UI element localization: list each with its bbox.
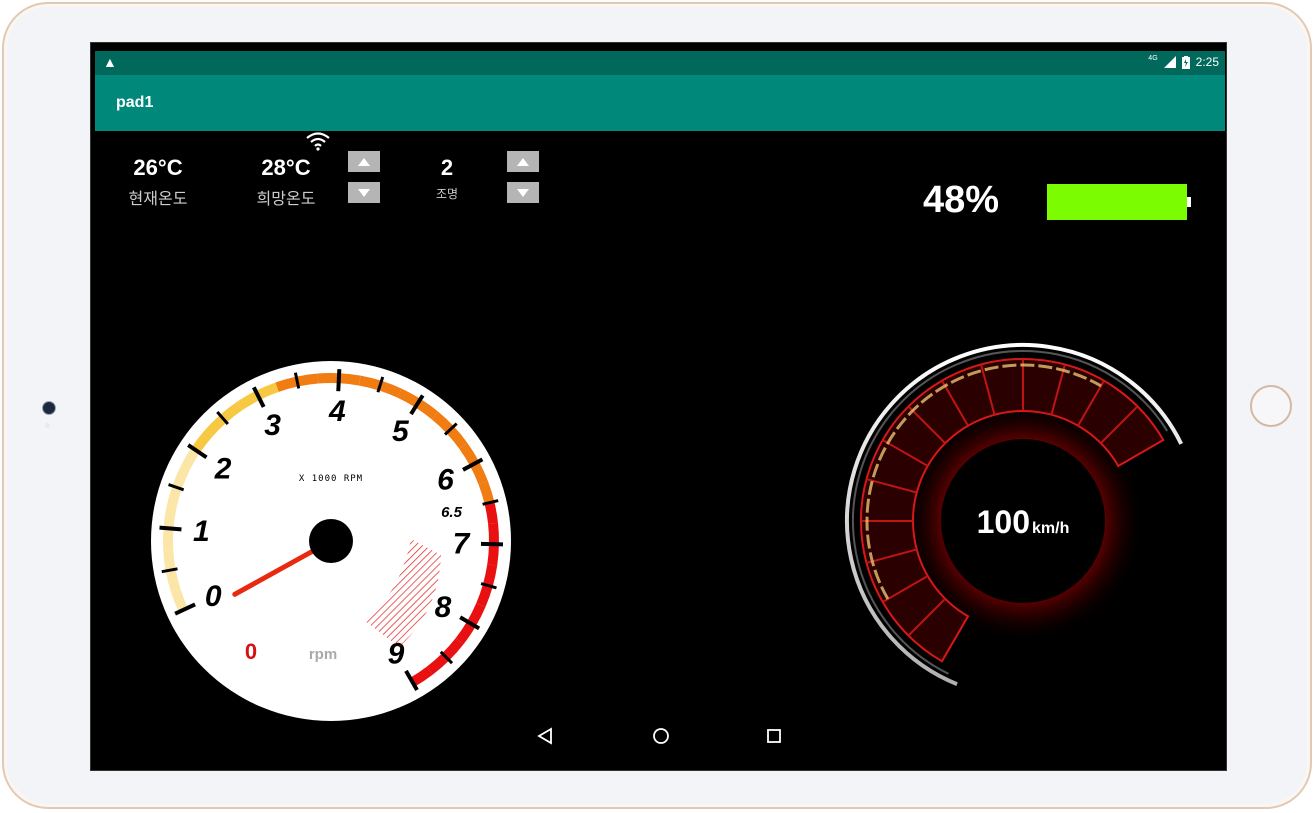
current-temp-label: 현재온도 <box>128 191 188 208</box>
target-temp-up-button[interactable] <box>348 151 380 172</box>
tach-number: 4 <box>328 395 346 428</box>
signal-icon <box>1163 56 1176 68</box>
speedo-unit: km/h <box>1032 520 1069 537</box>
navigation-bar <box>91 719 1226 763</box>
lighting-down-button[interactable] <box>507 182 539 203</box>
lighting-label: 조명 <box>435 187 459 201</box>
speedometer: 100 km/h <box>845 343 1183 687</box>
app-bar: pad1 <box>95 75 1225 131</box>
tach-rpm-unit: rpm <box>309 646 337 663</box>
app-title: pad1 <box>116 94 154 111</box>
tach-band-segment <box>317 373 340 384</box>
front-camera <box>42 401 56 415</box>
target-temp-label: 희망온도 <box>256 191 316 208</box>
status-bar: ▲ 4G 2:25 <box>95 51 1225 75</box>
tach-number: 3 <box>264 409 281 442</box>
tach-number: 6.5 <box>441 504 463 521</box>
tach-number: 2 <box>214 453 232 486</box>
chevron-up-icon <box>517 157 529 166</box>
battery-terminal <box>1187 197 1191 207</box>
tach-number: 0 <box>205 580 222 613</box>
tach-hub <box>309 519 353 563</box>
chevron-up-icon <box>358 157 370 166</box>
current-temp-value: 26°C <box>133 155 183 180</box>
recents-icon[interactable] <box>766 727 782 745</box>
lighting-up-button[interactable] <box>507 151 539 172</box>
tach-scale-label: X 1000 RPM <box>299 474 363 484</box>
chevron-down-icon <box>517 188 529 197</box>
chevron-down-icon <box>358 188 370 197</box>
network-label: 4G <box>1148 54 1158 62</box>
current-temperature: 26°C 현재온도 <box>121 155 195 209</box>
home-icon[interactable] <box>652 727 670 745</box>
device-screen: ▲ 4G 2:25 pad1 26°C 현재온도 28°C 희망온도 2 조명 … <box>90 42 1227 771</box>
dashboard: 26°C 현재온도 28°C 희망온도 2 조명 48% 0 1 2 3 4 5… <box>95 131 1225 761</box>
target-temp-down-button[interactable] <box>348 182 380 203</box>
tach-number: 5 <box>392 415 410 448</box>
target-temperature: 28°C 희망온도 <box>249 155 323 209</box>
lighting-value: 2 <box>440 155 454 180</box>
battery-level-bar <box>1047 184 1187 220</box>
home-button[interactable] <box>1250 385 1292 427</box>
tach-number: 7 <box>453 528 471 561</box>
wifi-icon <box>306 132 330 151</box>
clock: 2:25 <box>1195 55 1219 69</box>
tach-number: 8 <box>435 591 452 624</box>
tach-number: 6 <box>437 463 454 496</box>
tach-tick <box>159 525 182 532</box>
speedo-number: 100 <box>977 504 1030 540</box>
status-icons: 4G 2:25 <box>1148 54 1219 70</box>
tach-rpm-value: 0 <box>245 639 257 664</box>
target-temp-value: 28°C <box>261 155 311 180</box>
tachometer: 0123 4566.5789 X 1000 RPM 0 rpm <box>151 361 511 721</box>
warning-icon: ▲ <box>103 54 117 70</box>
back-icon[interactable] <box>537 727 553 745</box>
tach-band-segment <box>488 522 499 545</box>
camera-sensor <box>45 423 50 428</box>
battery-percent: 48% <box>923 179 1000 221</box>
tach-tick <box>336 369 342 392</box>
tach-band-segment <box>487 544 499 566</box>
lighting-level: 2 조명 <box>425 155 469 202</box>
tach-band-segment <box>163 527 174 550</box>
battery-charging-icon <box>1181 55 1190 69</box>
tach-number: 1 <box>193 515 210 548</box>
